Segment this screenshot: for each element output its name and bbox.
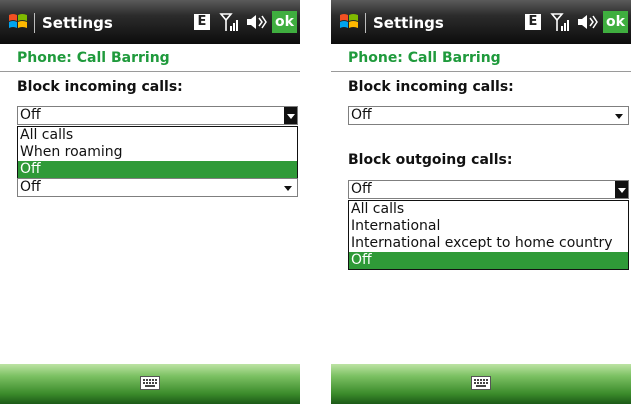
- page-title: Phone: Call Barring: [17, 50, 170, 66]
- keyboard-icon[interactable]: [471, 376, 491, 390]
- outgoing-select[interactable]: Off: [348, 180, 629, 199]
- incoming-select[interactable]: Off: [17, 106, 298, 125]
- keyboard-icon[interactable]: [140, 376, 160, 390]
- chevron-down-icon: [618, 188, 626, 193]
- outgoing-dropdown-button[interactable]: [615, 181, 628, 198]
- incoming-dropdown-button[interactable]: [284, 107, 297, 124]
- window-title: Settings: [42, 14, 113, 32]
- option-international-except-home[interactable]: International except to home country: [349, 235, 628, 252]
- header-divider: [331, 71, 631, 72]
- title-bar: Settings E ok: [0, 0, 300, 44]
- windows-logo-icon[interactable]: [7, 11, 29, 33]
- ok-button[interactable]: ok: [272, 11, 297, 33]
- page-title: Phone: Call Barring: [348, 50, 501, 66]
- title-bar: Settings E ok: [331, 0, 631, 44]
- signal-icon[interactable]: [219, 11, 241, 33]
- header-divider: [0, 71, 300, 72]
- title-separator: [365, 13, 366, 33]
- outgoing-label: Block outgoing calls:: [348, 152, 513, 168]
- option-off[interactable]: Off: [349, 252, 628, 269]
- speaker-icon[interactable]: [576, 12, 598, 32]
- outgoing-dropdown-list: All calls International International ex…: [348, 200, 629, 270]
- incoming-label: Block incoming calls:: [17, 79, 183, 95]
- edge-network-icon[interactable]: E: [525, 14, 541, 30]
- incoming-select-value: Off: [20, 107, 41, 123]
- option-when-roaming[interactable]: When roaming: [18, 144, 297, 161]
- chevron-down-icon: [615, 114, 623, 119]
- edge-network-icon[interactable]: E: [194, 14, 210, 30]
- option-all-calls[interactable]: All calls: [18, 127, 297, 144]
- option-all-calls[interactable]: All calls: [349, 201, 628, 218]
- page-header: Phone: Call Barring: [331, 44, 631, 72]
- option-international[interactable]: International: [349, 218, 628, 235]
- incoming-select-value: Off: [351, 107, 372, 123]
- bottom-menu-bar: [0, 364, 300, 404]
- title-separator: [34, 13, 35, 33]
- incoming-label: Block incoming calls:: [348, 79, 514, 95]
- incoming-dropdown-list: All calls When roaming Off: [17, 126, 298, 179]
- outgoing-select-value: Off: [351, 181, 372, 197]
- right-phone-screen: Settings E ok Phone: Call Barring Block …: [331, 0, 631, 404]
- left-phone-screen: Settings E ok Phone: Call Barring Block …: [0, 0, 300, 404]
- chevron-down-icon: [284, 186, 292, 191]
- signal-icon[interactable]: [550, 11, 572, 33]
- bottom-menu-bar: [331, 364, 631, 404]
- page-header: Phone: Call Barring: [0, 44, 300, 72]
- outgoing-select[interactable]: Off: [17, 178, 298, 197]
- outgoing-select-value: Off: [20, 179, 41, 195]
- incoming-select[interactable]: Off: [348, 106, 629, 125]
- windows-logo-icon[interactable]: [338, 11, 360, 33]
- speaker-icon[interactable]: [245, 12, 267, 32]
- option-off[interactable]: Off: [18, 161, 297, 178]
- ok-button[interactable]: ok: [603, 11, 628, 33]
- chevron-down-icon: [287, 114, 295, 119]
- window-title: Settings: [373, 14, 444, 32]
